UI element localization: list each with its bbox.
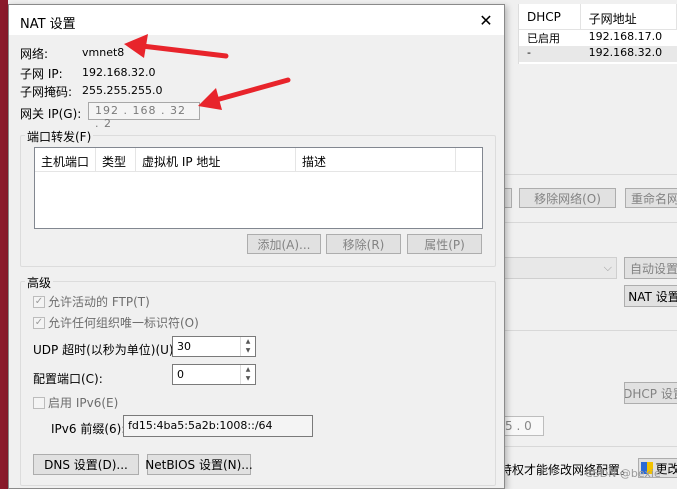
arrow-icon [198,77,291,110]
arrow-icon [124,34,229,59]
annotation-arrows [124,34,291,110]
